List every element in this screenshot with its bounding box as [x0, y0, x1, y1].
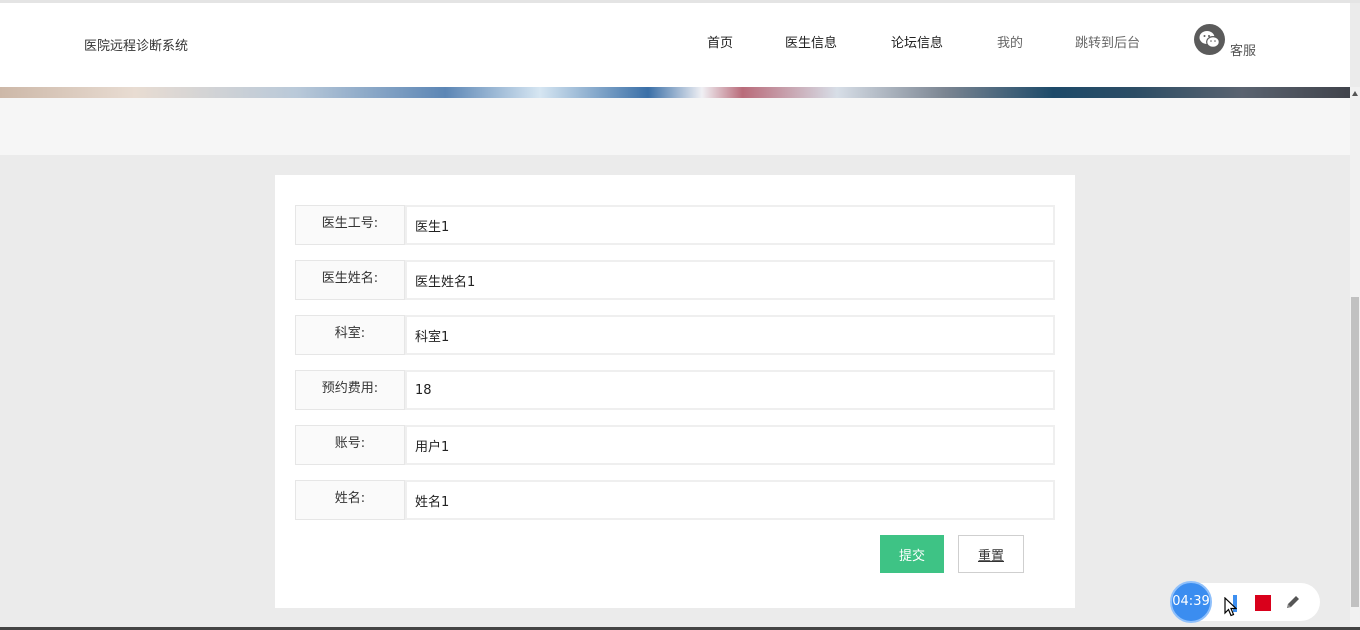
nav-doctor-info[interactable]: 医生信息 — [785, 32, 837, 51]
form-row-doctor-id: 医生工号: — [295, 205, 1055, 245]
form-row-doctor-name: 医生姓名: — [295, 260, 1055, 300]
banner-band — [0, 98, 1350, 155]
site-header: 医院远程诊断系统 — [0, 3, 1350, 87]
wechat-icon[interactable] — [1194, 24, 1225, 55]
nav-mine[interactable]: 我的 — [997, 32, 1023, 51]
fee-field[interactable] — [405, 370, 1055, 410]
name-label: 姓名: — [295, 480, 405, 520]
banner-image — [0, 87, 1350, 98]
stop-recording-icon[interactable] — [1255, 595, 1271, 611]
submit-button[interactable]: 提交 — [880, 535, 944, 573]
scrollbar-thumb[interactable] — [1351, 297, 1359, 607]
account-field[interactable] — [405, 425, 1055, 465]
mouse-cursor-icon — [1224, 596, 1238, 621]
doctor-id-field[interactable] — [405, 205, 1055, 245]
nav-home[interactable]: 首页 — [707, 32, 733, 51]
form-row-department: 科室: — [295, 315, 1055, 355]
doctor-name-label: 医生姓名: — [295, 260, 405, 300]
form-row-fee: 预约费用: — [295, 370, 1055, 410]
customer-service-link[interactable]: 客服 — [1230, 40, 1256, 59]
form-row-account: 账号: — [295, 425, 1055, 465]
department-field[interactable] — [405, 315, 1055, 355]
department-label: 科室: — [295, 315, 405, 355]
nav-forum-info[interactable]: 论坛信息 — [891, 32, 943, 51]
account-label: 账号: — [295, 425, 405, 465]
appointment-form: 医生工号: 医生姓名: 科室: 预约费用: 账号: 姓名: 提交 重置 — [275, 175, 1075, 608]
doctor-id-label: 医生工号: — [295, 205, 405, 245]
name-field[interactable] — [405, 480, 1055, 520]
form-row-name: 姓名: — [295, 480, 1055, 520]
recording-timer: 04:39 — [1170, 581, 1212, 623]
scroll-up-arrow-icon[interactable] — [1352, 91, 1358, 96]
site-brand[interactable]: 医院远程诊断系统 — [84, 35, 188, 54]
pen-icon[interactable] — [1284, 593, 1302, 615]
nav-admin-backend[interactable]: 跳转到后台 — [1075, 32, 1140, 51]
reset-button[interactable]: 重置 — [958, 535, 1024, 573]
doctor-name-field[interactable] — [405, 260, 1055, 300]
fee-label: 预约费用: — [295, 370, 405, 410]
